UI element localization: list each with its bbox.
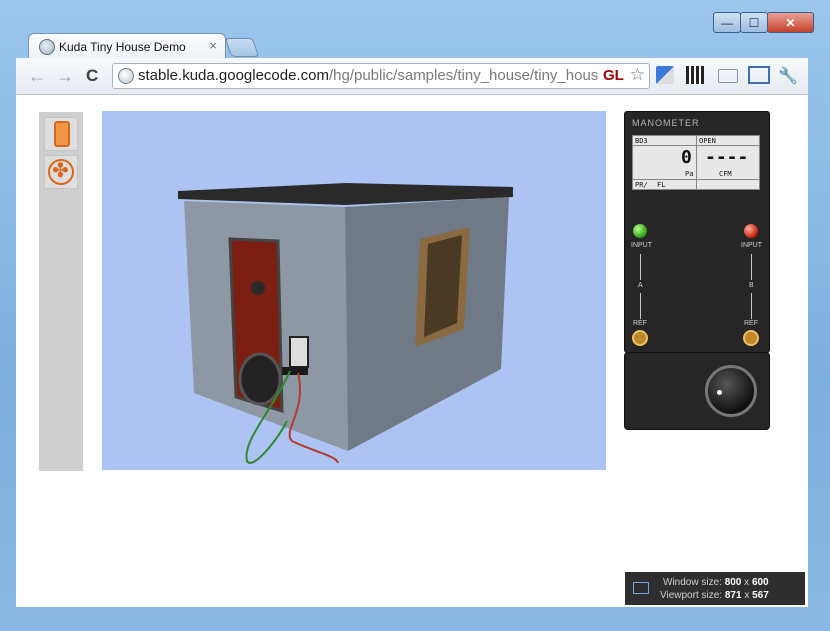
viewport-size-label: Viewport size: [660,590,723,601]
channel-b-label: B [749,282,754,289]
webgl-badge-icon[interactable]: GL [603,67,624,84]
address-bar[interactable]: stable.kuda.googlecode.com/hg/public/sam… [112,63,650,89]
close-window-button[interactable]: ✕ [767,12,814,33]
back-button[interactable]: ← [28,66,46,87]
globe-icon [39,39,55,55]
screen-icon [633,582,649,594]
fan-icon [48,158,74,185]
unit-b: CFM [719,170,732,178]
input-a-port-icon[interactable] [633,224,647,238]
window-width: 800 [724,577,742,588]
mode-label: BD3 [635,137,648,145]
maximize-button[interactable]: ☐ [740,12,768,33]
tab-close-icon[interactable]: × [209,38,217,53]
tool-sidebar [39,112,83,471]
unit-a: Pa [685,170,694,178]
ref-b-port-icon[interactable] [743,330,759,346]
fan-speed-knob[interactable] [705,365,757,417]
translate-icon[interactable] [656,66,674,84]
new-tab-button[interactable] [224,38,260,57]
url-domain: stable.kuda.googlecode.com [138,67,329,84]
input-a-label: INPUT [631,242,652,249]
wrench-icon[interactable]: 🔧 [778,66,798,85]
manometer-title: MANOMETER [632,118,700,128]
mail-icon[interactable] [718,69,738,83]
fl-label: FL [657,181,666,189]
tab-kuda-tiny-house[interactable]: Kuda Tiny House Demo × [28,33,226,59]
manometer-tool-button[interactable] [44,117,78,151]
divider [751,254,752,280]
window-x: x [744,577,750,588]
viewport-size-row: Viewport size: 871 x 567 [660,590,769,601]
reload-button[interactable]: C [86,66,98,86]
bookmark-star-icon[interactable]: ☆ [630,65,645,85]
channel-a-label: A [638,282,643,289]
url-path: /hg/public/samples/tiny_house/tiny_hous [328,67,599,84]
fan-speed-panel [624,352,770,430]
forward-button[interactable]: → [56,66,74,87]
manometer-panel: MANOMETER BD3 OPEN 0 ---- Pa CFM PR/ FL … [624,111,770,353]
window-controls: — ☐ ✕ [713,12,814,33]
window-size-label: Window size: [663,577,722,588]
viewport-width: 871 [724,590,742,601]
divider [751,293,752,319]
viewport-x: x [744,590,750,601]
page-content: MANOMETER BD3 OPEN 0 ---- Pa CFM PR/ FL … [16,95,808,607]
url-text[interactable]: stable.kuda.googlecode.com/hg/public/sam… [138,67,603,84]
tiny-house-scene [178,183,513,464]
ref-b-label: REF [744,320,758,327]
page-icon [118,68,134,84]
channel-a-value: 0 [681,147,692,168]
manometer-icon [54,121,70,147]
browser-window: — ☐ ✕ Kuda Tiny House Demo × ← → C stabl… [0,0,830,631]
ref-a-port-icon[interactable] [632,330,648,346]
manometer-display: BD3 OPEN 0 ---- Pa CFM PR/ FL [632,135,760,190]
divider [640,293,641,319]
tab-title: Kuda Tiny House Demo [59,40,186,54]
toolbar: ← → C stable.kuda.googlecode.com/hg/publ… [16,58,808,95]
ref-a-label: REF [633,320,647,327]
knob-indicator-icon [717,390,722,395]
window-size-row: Window size: 800 x 600 [663,577,769,588]
qr-code-icon[interactable] [686,66,704,84]
minimize-button[interactable]: — [713,12,741,33]
window-height: 600 [751,577,769,588]
input-b-label: INPUT [741,242,762,249]
window-size-badge: Window size: 800 x 600 Viewport size: 87… [625,572,805,605]
divider [640,254,641,280]
3d-viewport[interactable] [102,111,606,470]
input-b-port-icon[interactable] [744,224,758,238]
viewport-height: 567 [752,590,769,601]
status-label: OPEN [699,137,716,145]
pr-label: PR/ [635,181,648,189]
fullscreen-icon[interactable] [748,66,770,84]
blower-door-tool-button[interactable] [44,155,78,189]
channel-b-value: ---- [705,147,749,168]
